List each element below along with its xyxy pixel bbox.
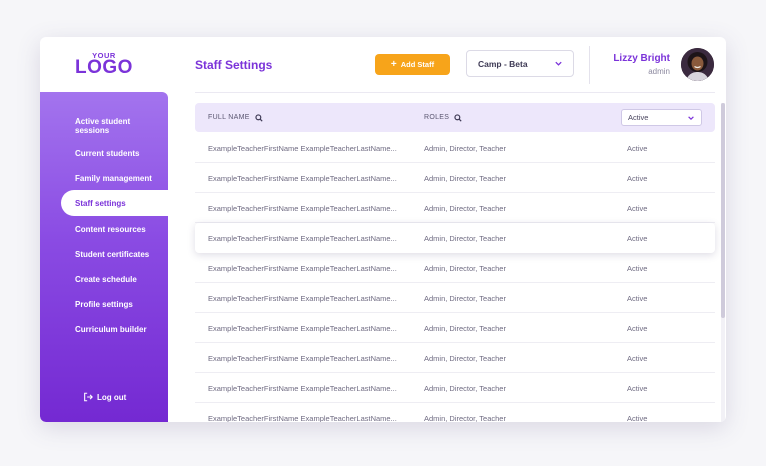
cell-roles: Admin, Director, Teacher <box>424 143 506 153</box>
user-name: Lizzy Bright <box>613 53 670 64</box>
table-row[interactable]: ExampleTeacherFirstName ExampleTeacherLa… <box>195 403 715 423</box>
sidebar-item-profile-settings[interactable]: Profile settings <box>61 291 168 317</box>
sidebar-item-current-students[interactable]: Current students <box>61 140 168 166</box>
cell-roles: Admin, Director, Teacher <box>424 293 506 303</box>
cell-full-name: ExampleTeacherFirstName ExampleTeacherLa… <box>208 383 397 393</box>
table-row[interactable]: ExampleTeacherFirstName ExampleTeacherLa… <box>195 253 715 283</box>
sidebar-item-staff-settings[interactable]: Staff settings <box>61 190 168 216</box>
sidebar-item-label: Staff settings <box>75 198 126 208</box>
cell-full-name: ExampleTeacherFirstName ExampleTeacherLa… <box>208 353 397 363</box>
cell-full-name: ExampleTeacherFirstName ExampleTeacherLa… <box>208 263 397 273</box>
cell-full-name: ExampleTeacherFirstName ExampleTeacherLa… <box>208 203 397 213</box>
cell-full-name: ExampleTeacherFirstName ExampleTeacherLa… <box>208 413 397 423</box>
cell-full-name: ExampleTeacherFirstName ExampleTeacherLa… <box>208 323 397 333</box>
table-row[interactable]: ExampleTeacherFirstName ExampleTeacherLa… <box>195 373 715 403</box>
sidebar-item-label: Curriculum builder <box>75 324 147 334</box>
table-row[interactable]: ExampleTeacherFirstName ExampleTeacherLa… <box>195 193 715 223</box>
column-full-name-label: FULL NAME <box>208 114 250 121</box>
page-title: Staff Settings <box>195 58 273 72</box>
sidebar-item-label: Family management <box>75 173 152 183</box>
chevron-down-icon <box>688 116 694 121</box>
cell-status: Active <box>627 353 648 363</box>
cell-roles: Admin, Director, Teacher <box>424 203 506 213</box>
scrollbar-thumb[interactable] <box>721 103 725 318</box>
plus-icon: + <box>390 58 397 70</box>
table-row[interactable]: ExampleTeacherFirstName ExampleTeacherLa… <box>195 223 715 253</box>
camp-select-value: Camp - Beta <box>478 58 528 69</box>
sidebar: Active student sessions Current students… <box>40 92 168 422</box>
status-filter-value: Active <box>628 113 649 122</box>
table-row[interactable]: ExampleTeacherFirstName ExampleTeacherLa… <box>195 343 715 373</box>
logo[interactable]: YOUR LOGO <box>40 37 168 92</box>
sidebar-item-content-resources[interactable]: Content resources <box>61 216 168 242</box>
search-icon[interactable] <box>255 113 263 122</box>
cell-status: Active <box>627 263 648 273</box>
cell-status: Active <box>627 173 648 183</box>
sidebar-item-label: Student certificates <box>75 249 150 259</box>
cell-status: Active <box>627 143 648 153</box>
sidebar-item-active-student-sessions[interactable]: Active student sessions <box>61 112 168 140</box>
table-row[interactable]: ExampleTeacherFirstName ExampleTeacherLa… <box>195 163 715 193</box>
sidebar-item-label: Create schedule <box>75 274 137 284</box>
table-row[interactable]: ExampleTeacherFirstName ExampleTeacherLa… <box>195 283 715 313</box>
cell-roles: Admin, Director, Teacher <box>424 173 506 183</box>
logout-icon <box>84 392 93 402</box>
header-divider <box>589 46 590 84</box>
cell-status: Active <box>627 323 648 333</box>
logout-label: Log out <box>97 392 127 402</box>
sidebar-item-student-certificates[interactable]: Student certificates <box>61 241 168 267</box>
logout-button[interactable]: Log out <box>83 392 126 402</box>
chevron-down-icon <box>555 61 562 66</box>
cell-status: Active <box>627 413 648 423</box>
header-divider-line <box>195 92 715 93</box>
camp-select[interactable]: Camp - Beta <box>466 50 574 77</box>
sidebar-item-label: Content resources <box>75 224 146 234</box>
column-full-name[interactable]: FULL NAME <box>208 103 263 132</box>
add-staff-button[interactable]: + Add Staff <box>375 54 450 75</box>
cell-status: Active <box>627 203 648 213</box>
status-filter-select[interactable]: Active <box>621 109 702 126</box>
cell-full-name: ExampleTeacherFirstName ExampleTeacherLa… <box>208 143 397 153</box>
column-roles[interactable]: ROLES <box>424 103 462 132</box>
cell-roles: Admin, Director, Teacher <box>424 353 506 363</box>
cell-full-name: ExampleTeacherFirstName ExampleTeacherLa… <box>208 173 397 183</box>
search-icon[interactable] <box>454 113 462 122</box>
cell-status: Active <box>627 293 648 303</box>
sidebar-item-label: Profile settings <box>75 299 133 309</box>
cell-full-name: ExampleTeacherFirstName ExampleTeacherLa… <box>208 293 397 303</box>
cell-roles: Admin, Director, Teacher <box>424 263 506 273</box>
table-header: FULL NAME ROLES Active <box>195 103 715 132</box>
sidebar-item-label: Current students <box>75 148 140 158</box>
cell-status: Active <box>627 233 648 243</box>
cell-status: Active <box>627 383 648 393</box>
table-row[interactable]: ExampleTeacherFirstName ExampleTeacherLa… <box>195 313 715 343</box>
cell-roles: Admin, Director, Teacher <box>424 323 506 333</box>
user-role: admin <box>648 67 670 76</box>
column-roles-label: ROLES <box>424 114 450 121</box>
cell-roles: Admin, Director, Teacher <box>424 233 506 243</box>
sidebar-item-family-management[interactable]: Family management <box>61 165 168 191</box>
logo-big-text: LOGO <box>75 57 133 78</box>
cell-full-name: ExampleTeacherFirstName ExampleTeacherLa… <box>208 233 397 243</box>
add-staff-label: Add Staff <box>400 60 435 69</box>
app-window: YOUR LOGO Active student sessions Curren… <box>40 37 726 422</box>
table-row[interactable]: ExampleTeacherFirstName ExampleTeacherLa… <box>195 133 715 163</box>
avatar[interactable] <box>681 48 714 81</box>
sidebar-item-curriculum-builder[interactable]: Curriculum builder <box>61 316 168 342</box>
cell-roles: Admin, Director, Teacher <box>424 383 506 393</box>
sidebar-item-create-schedule[interactable]: Create schedule <box>61 266 168 292</box>
avatar-image <box>681 48 714 81</box>
cell-roles: Admin, Director, Teacher <box>424 413 506 423</box>
sidebar-item-label: Active student sessions <box>75 117 131 135</box>
